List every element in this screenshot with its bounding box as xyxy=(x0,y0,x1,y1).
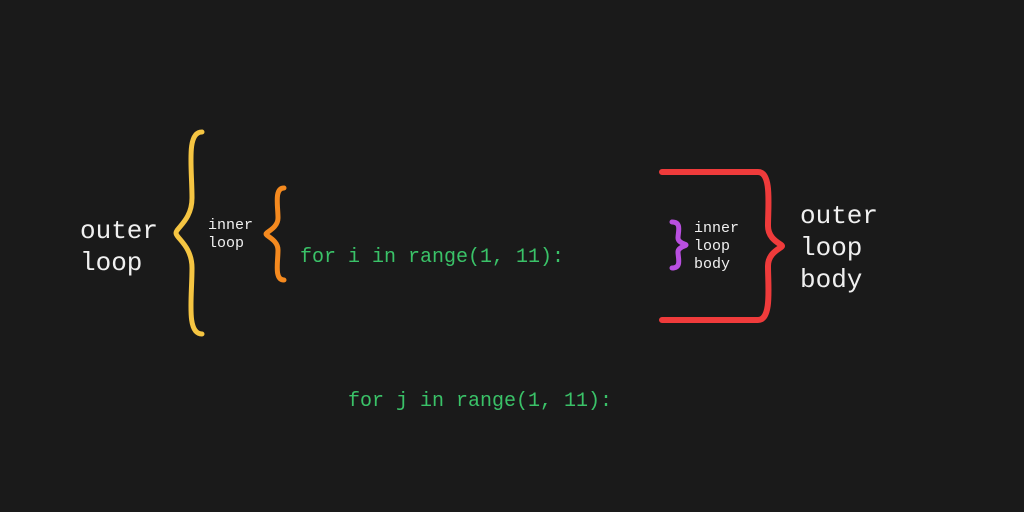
outer-loop-body-brace-icon xyxy=(658,166,788,326)
inner-loop-label: inner loop xyxy=(208,217,253,253)
outer-loop-brace-icon xyxy=(172,128,210,338)
inner-loop-brace-icon xyxy=(262,184,290,284)
outer-loop-body-label: outer loop body xyxy=(800,200,878,296)
code-line: for j in range(1, 11): xyxy=(300,378,648,426)
outer-loop-label: outer loop xyxy=(80,215,158,279)
code-line: for i in range(1, 11): xyxy=(300,234,648,282)
code-block: for i in range(1, 11): for j in range(1,… xyxy=(300,138,648,512)
